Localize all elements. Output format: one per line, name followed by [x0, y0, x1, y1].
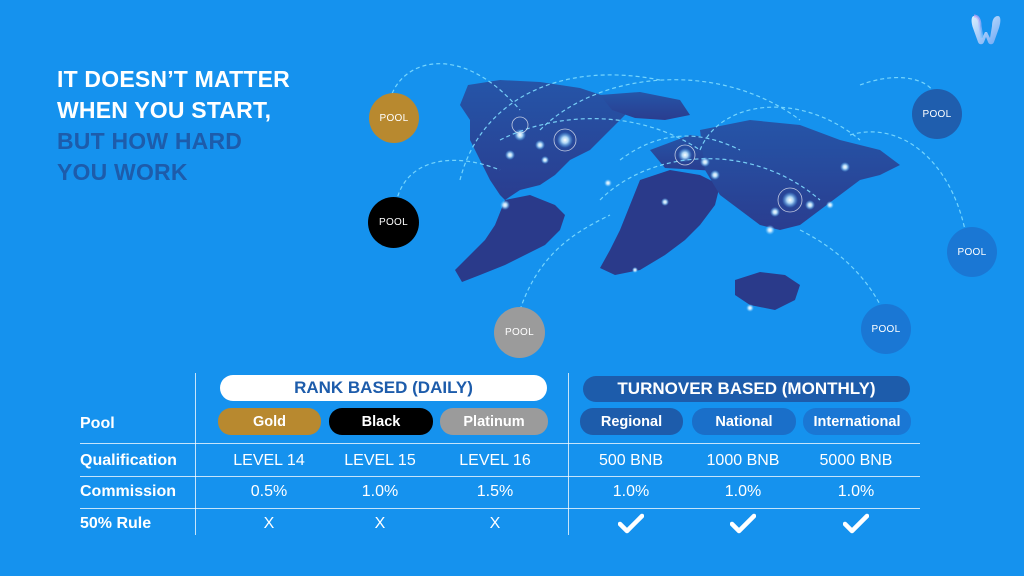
commission-international: 1.0%	[837, 483, 875, 500]
rule-black-x-mark: X	[374, 515, 386, 532]
table-divider	[568, 373, 569, 535]
group-header-label: TURNOVER BASED (MONTHLY)	[617, 379, 876, 398]
rule-platinum-x-mark: X	[489, 515, 501, 532]
table-row-divider	[80, 443, 920, 444]
qualification-regional: 500 BNB	[598, 452, 664, 469]
table-row-divider	[80, 508, 920, 509]
row-label-qualification: Qualification	[80, 452, 177, 469]
pool-name: Black	[361, 413, 401, 430]
row-label-50-rule: 50% Rule	[80, 515, 152, 532]
qualification-national: 1000 BNB	[706, 452, 780, 469]
pool-pill-black: Black	[329, 408, 433, 435]
checkmark-icon	[730, 513, 756, 534]
pool-pill-regional: Regional	[580, 408, 683, 435]
commission-black: 1.0%	[361, 483, 399, 500]
pool-name: International	[813, 413, 901, 430]
checkmark-icon	[843, 513, 869, 534]
commission-regional: 1.0%	[612, 483, 650, 500]
row-label-pool: Pool	[80, 415, 115, 432]
checkmark-icon	[618, 513, 644, 534]
pool-pill-national: National	[692, 408, 796, 435]
pool-name: Platinum	[463, 413, 525, 430]
commission-national: 1.0%	[724, 483, 762, 500]
pool-name: National	[715, 413, 773, 430]
row-label-commission: Commission	[80, 483, 177, 500]
table-divider	[195, 373, 196, 535]
group-header-label: RANK BASED (DAILY)	[294, 378, 473, 397]
rule-gold-x-mark: X	[263, 515, 275, 532]
qualification-gold: LEVEL 14	[233, 452, 305, 469]
commission-platinum: 1.5%	[476, 483, 514, 500]
pool-pill-international: International	[803, 408, 911, 435]
group-header-rank-based: RANK BASED (DAILY)	[220, 375, 547, 401]
pool-name: Gold	[252, 413, 287, 430]
slide: IT DOESN’T MATTER WHEN YOU START, BUT HO…	[0, 0, 1024, 576]
pool-comparison-table: RANK BASED (DAILY) TURNOVER BASED (MONTH…	[0, 0, 1024, 576]
pool-pill-gold: Gold	[218, 408, 321, 435]
pool-pill-platinum: Platinum	[440, 408, 548, 435]
qualification-platinum: LEVEL 16	[459, 452, 531, 469]
qualification-black: LEVEL 15	[344, 452, 416, 469]
qualification-international: 5000 BNB	[819, 452, 893, 469]
commission-gold: 0.5%	[250, 483, 288, 500]
pool-name: Regional	[600, 413, 663, 430]
table-row-divider	[80, 476, 920, 477]
group-header-turnover-based: TURNOVER BASED (MONTHLY)	[583, 376, 910, 402]
